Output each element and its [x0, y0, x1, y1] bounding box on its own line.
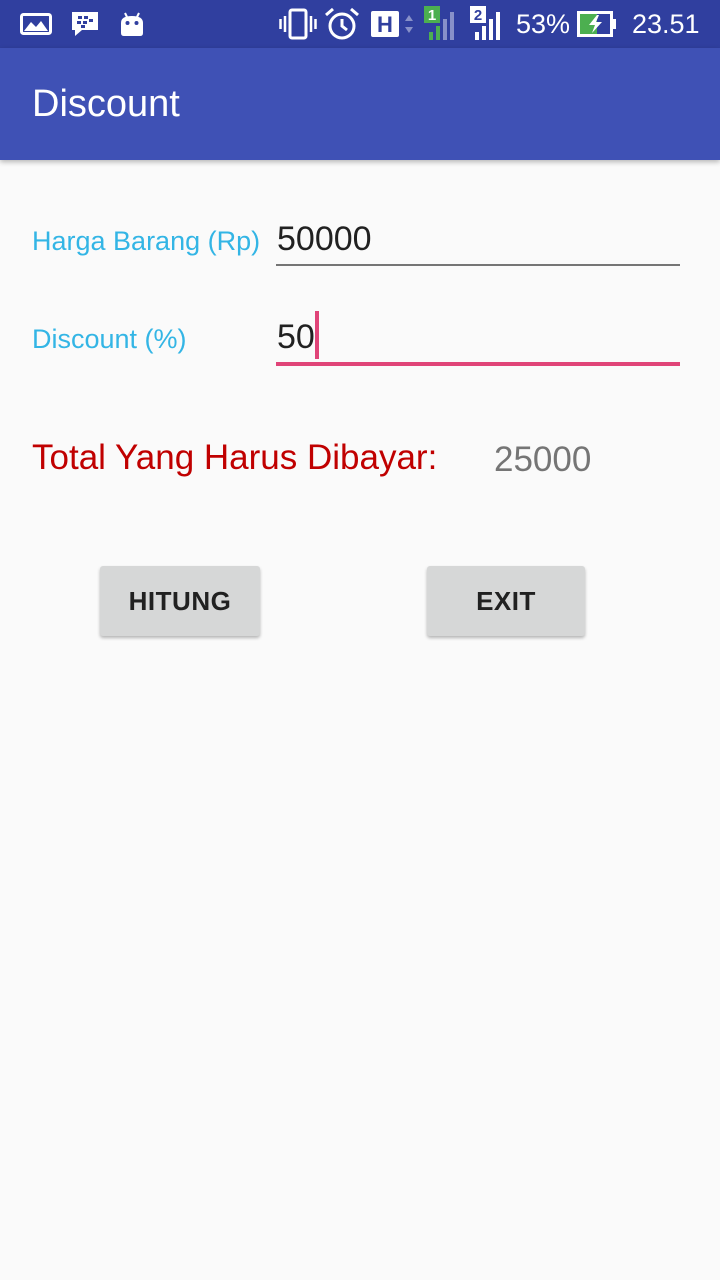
- price-input[interactable]: [277, 214, 680, 264]
- android-icon: [119, 0, 145, 48]
- hspa-icon: H: [370, 0, 418, 48]
- price-label: Harga Barang (Rp): [32, 226, 261, 256]
- discount-label: Discount (%): [32, 324, 187, 354]
- sim2-label: 2: [474, 7, 482, 24]
- vibrate-icon: [279, 0, 317, 48]
- text-cursor: [315, 311, 319, 359]
- discount-input-underline: [276, 362, 680, 366]
- status-bar: H 1 2 53% 23.51: [0, 0, 720, 48]
- app-bar: Discount: [0, 48, 720, 160]
- total-value: 25000: [494, 440, 592, 479]
- battery-charging-icon: [577, 0, 617, 48]
- total-label: Total Yang Harus Dibayar:: [32, 438, 438, 477]
- exit-button[interactable]: EXIT: [427, 566, 585, 636]
- bbm-icon: [70, 0, 100, 48]
- app-title: Discount: [32, 83, 180, 125]
- signal-sim2-icon: 2: [469, 0, 507, 48]
- network-type-text: H: [377, 12, 393, 37]
- price-input-underline: [276, 264, 680, 266]
- signal-sim1-icon: 1: [423, 0, 461, 48]
- hitung-button[interactable]: HITUNG: [100, 566, 260, 636]
- sim1-label: 1: [428, 7, 436, 24]
- clock: 23.51: [632, 9, 700, 39]
- alarm-icon: [324, 0, 360, 48]
- gallery-icon: [20, 0, 52, 48]
- discount-input[interactable]: [277, 312, 680, 362]
- app-screen: H 1 2 53% 23.51 Discount Harga Barang (R…: [0, 0, 720, 1280]
- battery-percent: 53%: [516, 9, 571, 39]
